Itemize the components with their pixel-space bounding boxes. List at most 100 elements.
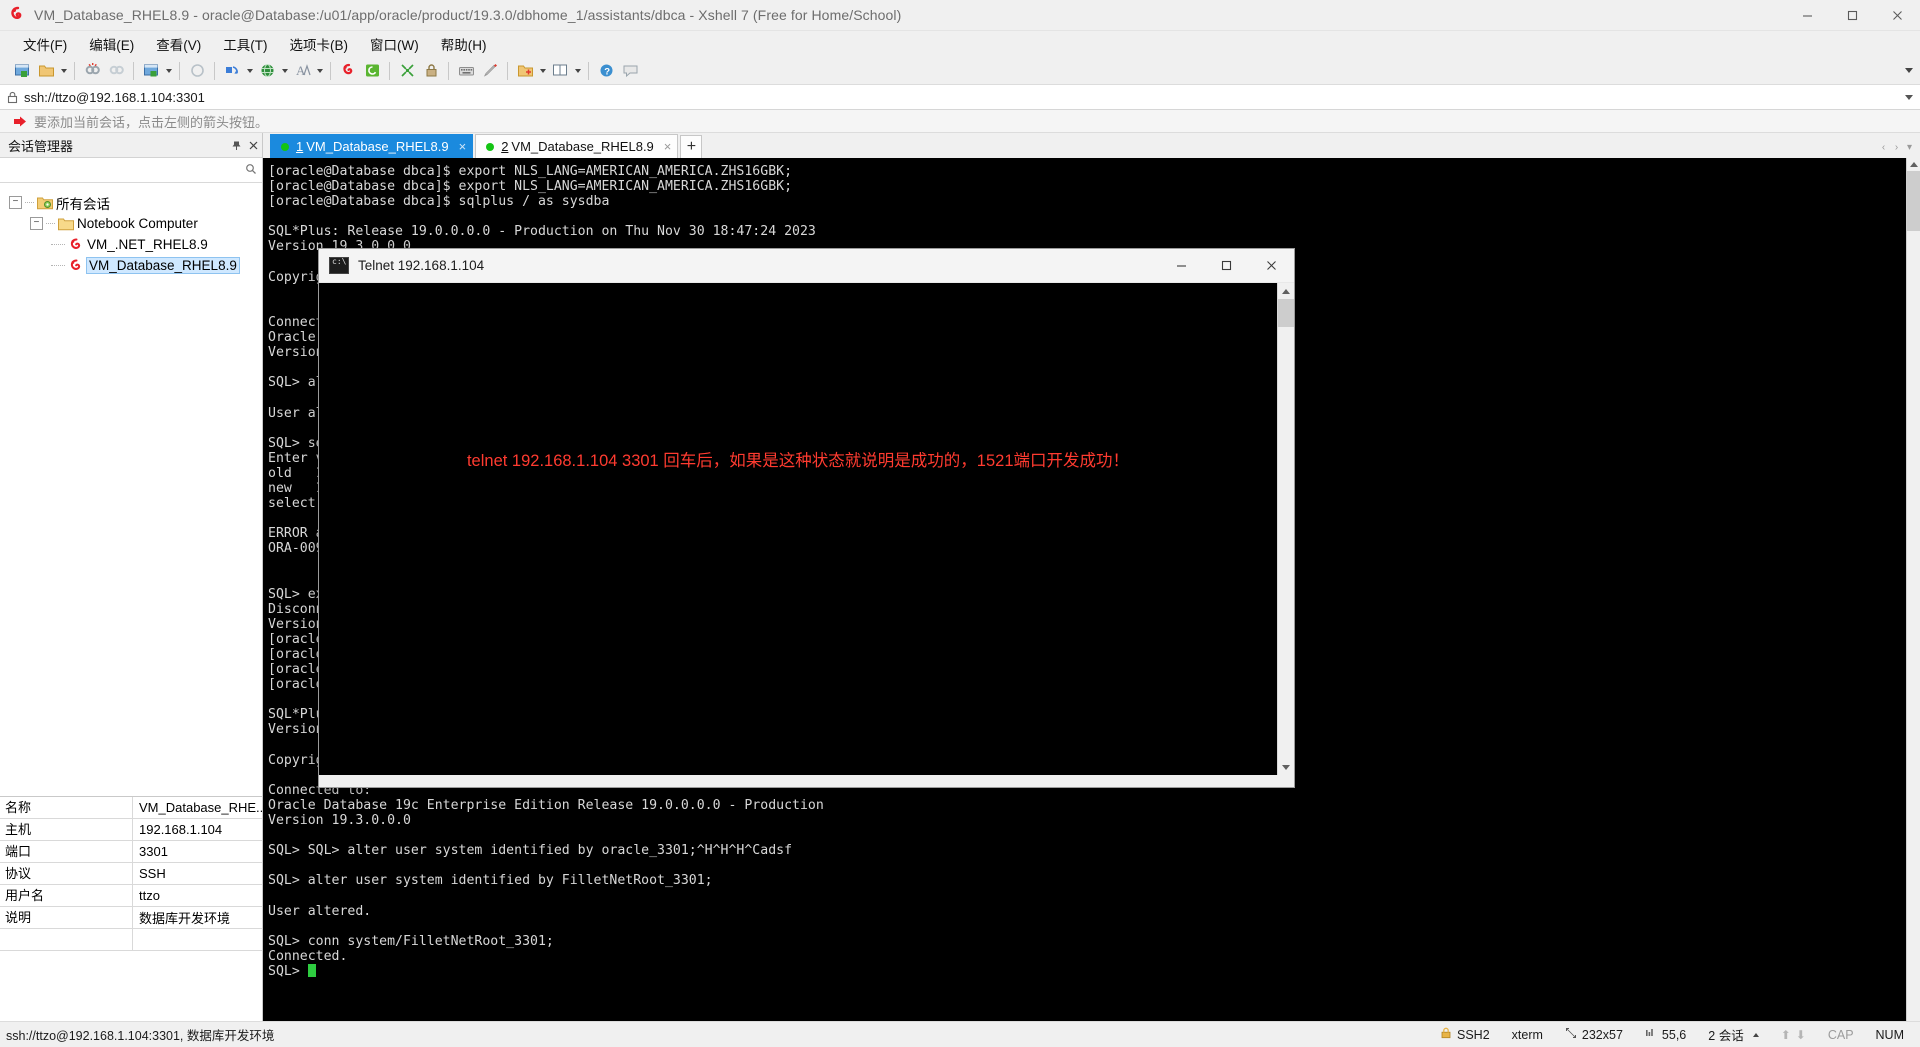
menu-file[interactable]: 文件(F): [12, 31, 78, 57]
toolbar-overflow-icon[interactable]: [1902, 60, 1916, 82]
telnet-scrollbar[interactable]: [1277, 283, 1294, 775]
layout-icon[interactable]: [549, 60, 571, 82]
search-icon[interactable]: [245, 163, 257, 178]
menu-tabs[interactable]: 选项卡(B): [279, 31, 360, 57]
tree-item-vm-net-rhel[interactable]: VM_.NET_RHEL8.9: [0, 234, 262, 255]
property-row: 协议 SSH: [0, 863, 262, 885]
session-icon: [67, 237, 84, 253]
tree-item-vm-database-rhel[interactable]: VM_Database_RHEL8.9: [0, 255, 262, 276]
telnet-scroll-up-icon[interactable]: [1278, 283, 1294, 299]
transfer-caret-icon[interactable]: [244, 60, 255, 82]
session-manager-header: 会话管理器: [0, 133, 262, 158]
tree-item-all-sessions[interactable]: − 所有会话: [0, 192, 262, 213]
tab-label: VM_Database_RHEL8.9: [306, 139, 449, 154]
status-sessions[interactable]: 2 会话: [1697, 1025, 1769, 1044]
telnet-scrollbar-thumb[interactable]: [1278, 299, 1294, 327]
telnet-scroll-down-icon[interactable]: [1278, 759, 1294, 775]
minimize-button[interactable]: [1785, 0, 1830, 30]
refresh-circle-icon[interactable]: [186, 60, 208, 82]
telnet-close-button[interactable]: [1249, 249, 1294, 282]
disconnect-icon[interactable]: [81, 60, 103, 82]
open-session-caret-icon[interactable]: [58, 60, 69, 82]
telnet-console[interactable]: telnet 192.168.1.104 3301 回车后，如果是这种状态就说明…: [319, 283, 1277, 775]
new-folder-icon[interactable]: [514, 60, 536, 82]
scrollbar-thumb[interactable]: [1907, 171, 1920, 231]
lock-session-icon[interactable]: [420, 60, 442, 82]
telnet-body: telnet 192.168.1.104 3301 回车后，如果是这种状态就说明…: [319, 283, 1294, 775]
telnet-maximize-button[interactable]: [1204, 249, 1249, 282]
property-key: 协议: [0, 863, 133, 884]
tab-number: 2: [501, 139, 509, 154]
panel-close-icon[interactable]: [245, 134, 262, 156]
tab-session-1[interactable]: 1 VM_Database_RHEL8.9 ×: [270, 134, 474, 158]
font-caret-icon[interactable]: [314, 60, 325, 82]
layout-caret-icon[interactable]: [572, 60, 583, 82]
address-bar[interactable]: ssh://ttzo@192.168.1.104:3301: [0, 85, 1920, 110]
session-manager-caret-icon[interactable]: [163, 60, 174, 82]
xftp-icon[interactable]: [361, 60, 383, 82]
session-manager-icon[interactable]: [140, 60, 162, 82]
keyboard-icon[interactable]: [455, 60, 477, 82]
font-icon[interactable]: A: [291, 60, 313, 82]
menu-edit[interactable]: 编辑(E): [78, 31, 145, 57]
highlight-pen-icon[interactable]: [479, 60, 501, 82]
tree-item-notebook-computer[interactable]: − Notebook Computer: [0, 213, 262, 234]
menu-view[interactable]: 查看(V): [145, 31, 212, 57]
menu-tools[interactable]: 工具(T): [212, 31, 278, 57]
tab-close-icon[interactable]: ×: [664, 140, 672, 153]
open-session-icon[interactable]: [35, 60, 57, 82]
expander-icon[interactable]: −: [9, 196, 22, 209]
feedback-icon[interactable]: [619, 60, 641, 82]
svg-text:?: ?: [604, 67, 610, 78]
app-logo-icon: [9, 6, 27, 24]
window-controls: [1785, 0, 1920, 30]
address-input[interactable]: ssh://ttzo@192.168.1.104:3301: [24, 90, 1898, 105]
telnet-scroll-track[interactable]: [1278, 299, 1294, 759]
expander-icon[interactable]: −: [30, 217, 43, 230]
tab-scroll-left-icon[interactable]: ‹: [1877, 139, 1890, 155]
tab-list-menu-icon[interactable]: ▾: [1903, 139, 1916, 155]
transfer-file-icon[interactable]: [221, 60, 243, 82]
scroll-up-icon[interactable]: [1907, 158, 1920, 171]
session-icon: [67, 258, 84, 274]
telnet-window[interactable]: Telnet 192.168.1.104: [318, 248, 1295, 788]
menu-window[interactable]: 窗口(W): [359, 31, 430, 57]
send-all-icon[interactable]: [396, 60, 418, 82]
toolbar: A ?: [0, 57, 1920, 85]
tab-number: 1: [296, 139, 304, 154]
close-button[interactable]: [1875, 0, 1920, 30]
reconnect-icon[interactable]: [105, 60, 127, 82]
globe-caret-icon[interactable]: [279, 60, 290, 82]
new-folder-caret-icon[interactable]: [537, 60, 548, 82]
terminal-scrollbar[interactable]: [1906, 158, 1920, 1021]
new-tab-button[interactable]: +: [680, 135, 703, 158]
telnet-minimize-button[interactable]: [1159, 249, 1204, 282]
help-icon[interactable]: ?: [595, 60, 617, 82]
property-value: ttzo: [139, 888, 160, 903]
tab-scroll-right-icon[interactable]: ›: [1890, 139, 1903, 155]
resize-icon: [1565, 1027, 1577, 1042]
tab-close-icon[interactable]: ×: [459, 140, 467, 153]
menu-help[interactable]: 帮助(H): [430, 31, 498, 57]
session-manager-panel: 会话管理器 − 所有会话 − Notebook Computer VM_.NET…: [0, 133, 263, 1021]
status-security-label: SSH2: [1457, 1027, 1490, 1042]
status-connection-info: ssh://ttzo@192.168.1.104:3301, 数据库开发环境: [6, 1029, 275, 1043]
xshell-logo-icon[interactable]: [337, 60, 359, 82]
session-search-bar[interactable]: [0, 158, 262, 183]
panel-pin-icon[interactable]: [228, 134, 245, 156]
property-row: 说明 数据库开发环境: [0, 907, 262, 929]
globe-icon[interactable]: [256, 60, 278, 82]
status-terminal-type: xterm: [1511, 1027, 1543, 1042]
chevron-up-icon[interactable]: [1752, 1032, 1759, 1037]
notice-text: 要添加当前会话，点击左侧的箭头按钮。: [34, 114, 269, 130]
maximize-button[interactable]: [1830, 0, 1875, 30]
tree-item-label: 所有会话: [56, 196, 110, 212]
tab-session-2[interactable]: 2 VM_Database_RHEL8.9 ×: [475, 134, 679, 158]
terminal-text-bottom: Connected to: Oracle Database 19c Enterp…: [268, 782, 824, 979]
tab-label: VM_Database_RHEL8.9: [511, 139, 654, 154]
tree-item-label: Notebook Computer: [77, 216, 198, 231]
address-dropdown-icon[interactable]: [1898, 85, 1920, 109]
new-session-icon[interactable]: [11, 60, 33, 82]
status-num-lock: NUM: [1875, 1027, 1904, 1042]
property-value: 3301: [139, 844, 168, 859]
